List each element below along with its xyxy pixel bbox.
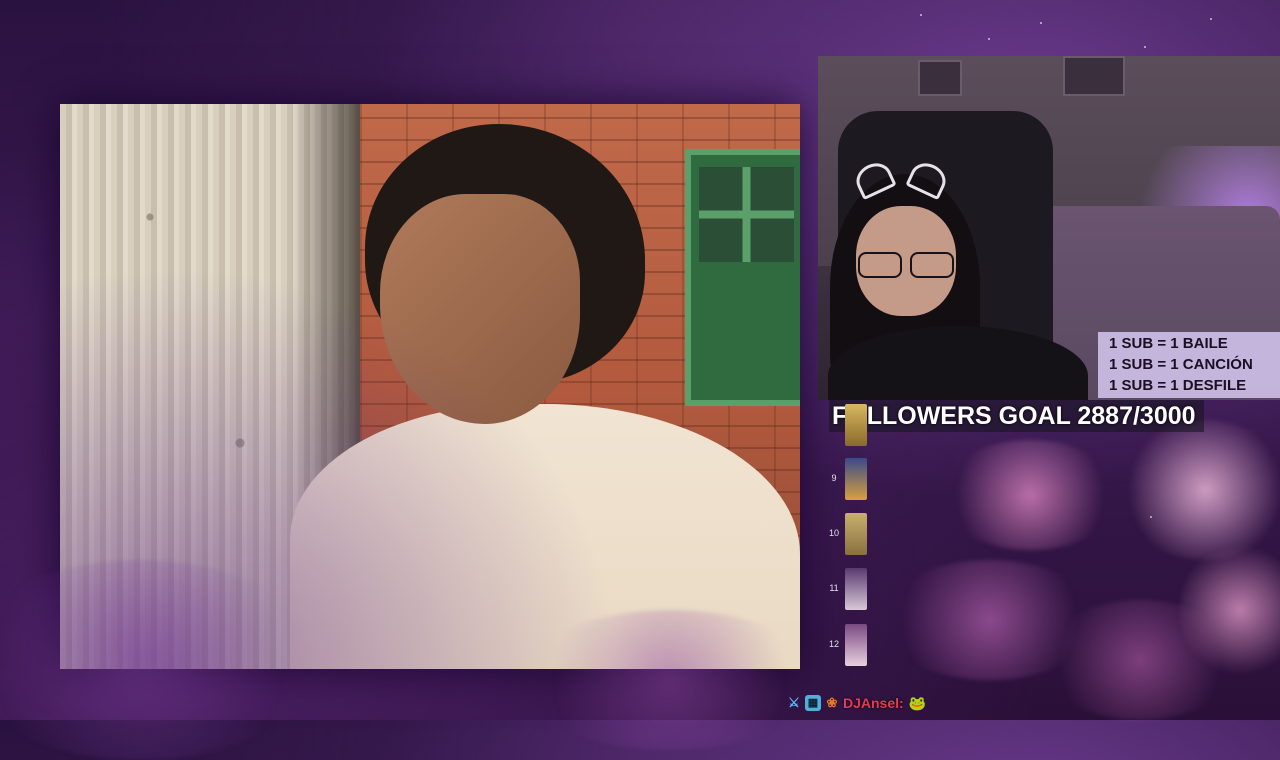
playlist-item[interactable] (826, 404, 876, 448)
star (1210, 18, 1212, 20)
wall-picture (918, 60, 962, 96)
playlist-thumbnail (845, 513, 867, 555)
grid-badge-icon: ▦ (805, 695, 821, 711)
wall-picture (1063, 56, 1125, 96)
cloud (1040, 600, 1240, 720)
playlist-item[interactable]: 11 (826, 568, 876, 612)
video-color-overlay (60, 104, 800, 669)
playlist-item[interactable]: 12 (826, 624, 876, 668)
playlist-number: 11 (829, 583, 839, 593)
star (1144, 46, 1146, 48)
sub-rule-line: 1 SUB = 1 DESFILE (1109, 377, 1247, 394)
playlist-number: 9 (831, 473, 837, 483)
paw-icon: ❀ (826, 695, 838, 710)
star (988, 38, 990, 40)
video-player[interactable] (60, 104, 800, 669)
star (920, 14, 922, 16)
playlist-thumbnail (845, 404, 867, 446)
playlist-thumbnail (845, 624, 867, 666)
sword-icon: ⚔ (788, 695, 800, 710)
star (1040, 22, 1042, 24)
glasses-icon (858, 252, 954, 278)
star (1150, 516, 1152, 518)
cloud (880, 560, 1100, 680)
playlist-item[interactable]: 9 (826, 458, 876, 502)
cloud (1180, 540, 1280, 680)
sub-rule-line: 1 SUB = 1 BAILE (1109, 335, 1228, 352)
sub-rules-panel: 1 SUB = 1 BAILE 1 SUB = 1 CANCIÓN 1 SUB … (1098, 332, 1280, 398)
playlist-item[interactable]: 10 (826, 513, 876, 557)
cloud (940, 440, 1120, 550)
cloud (1120, 420, 1280, 560)
playlist-thumbnail (845, 568, 867, 610)
bunny-ears-headband (851, 157, 951, 201)
playlist-number: 10 (828, 528, 839, 538)
playlist-number: 12 (828, 639, 839, 649)
playlist-column: 9 10 11 12 (826, 400, 876, 670)
followers-goal-banner: FOLLOWERS GOAL 2887/3000 (829, 400, 1204, 432)
sub-rule-line: 1 SUB = 1 CANCIÓN (1109, 356, 1253, 373)
frog-emote-icon: 🐸 (908, 694, 927, 711)
playlist-thumbnail (845, 458, 867, 500)
chat-message: ⚔ ▦ ❀ DJAnsel: 🐸 (786, 692, 926, 714)
chat-username[interactable]: DJAnsel: (843, 695, 904, 711)
